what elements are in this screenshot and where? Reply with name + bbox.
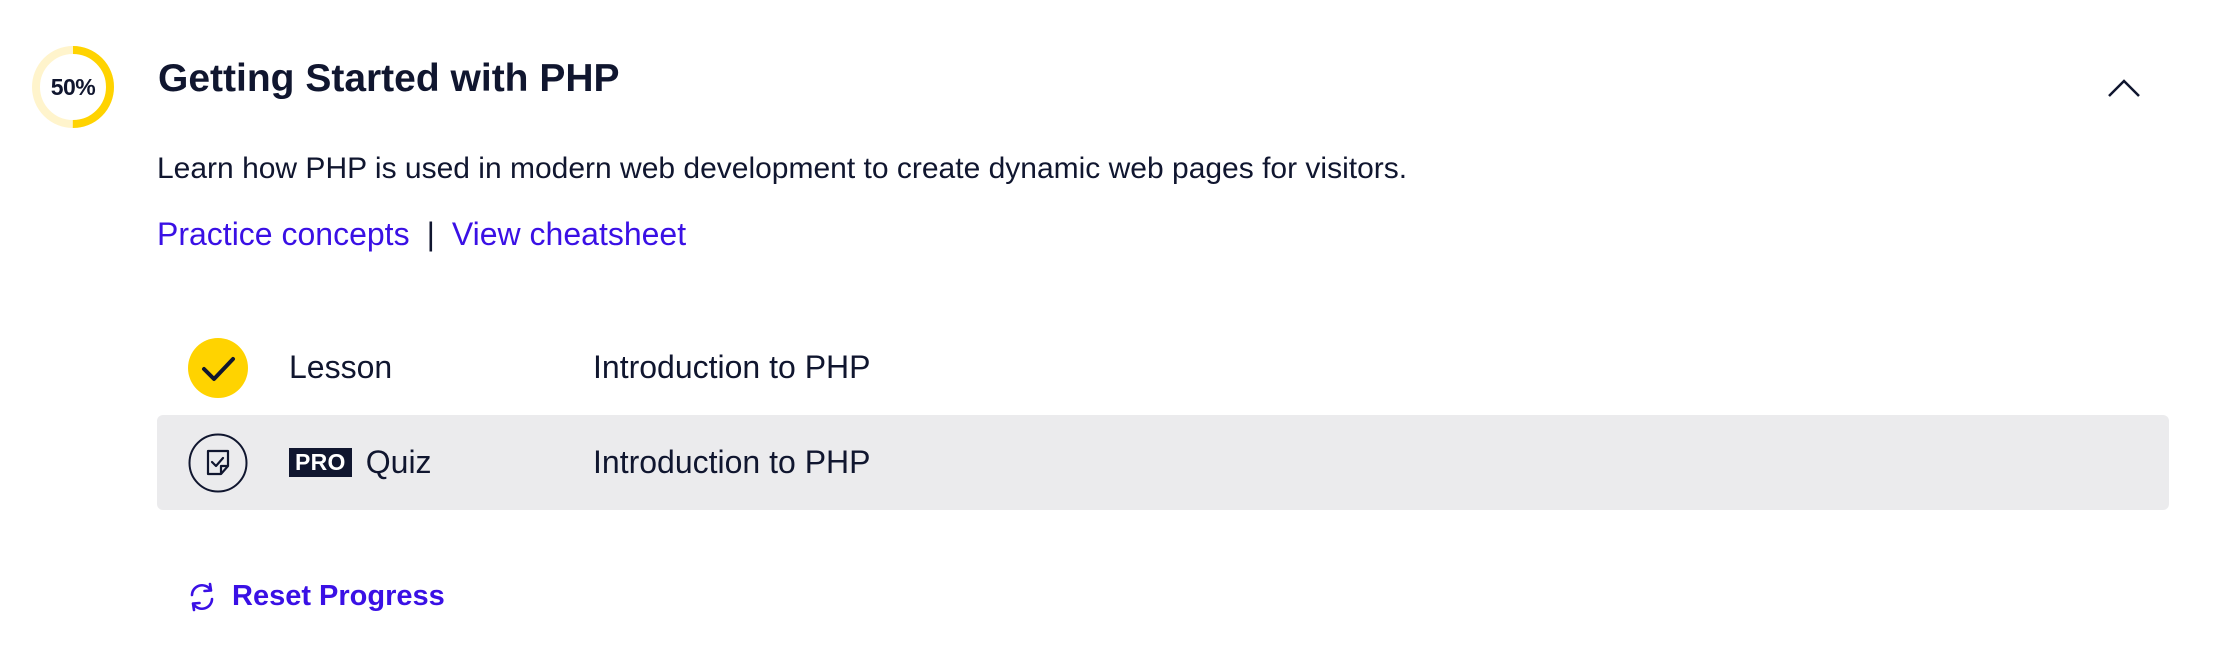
link-separator: | — [426, 216, 435, 252]
module-card: 50% Getting Started with PHP Learn how P… — [0, 0, 2214, 664]
item-name: Introduction to PHP — [593, 444, 871, 480]
chevron-up-icon — [2108, 79, 2140, 97]
collapse-toggle-button[interactable] — [2104, 68, 2144, 108]
item-type: Lesson — [289, 349, 392, 386]
progress-percent: 50% — [50, 73, 96, 100]
item-type-label: Quiz — [365, 444, 432, 480]
item-name: Introduction to PHP — [593, 349, 871, 385]
item-type-label: Lesson — [289, 349, 393, 385]
view-cheatsheet-link[interactable]: View cheatsheet — [452, 215, 686, 253]
module-title: Getting Started with PHP — [158, 57, 620, 100]
content-item-lesson[interactable]: Lesson Introduction to PHP — [157, 320, 2169, 415]
quiz-icon — [188, 433, 248, 493]
practice-concepts-link[interactable]: Practice concepts — [157, 215, 410, 253]
content-item-list: Lesson Introduction to PHP PRO Quiz Intr… — [157, 320, 2169, 510]
item-type: PRO Quiz — [289, 444, 432, 481]
reset-progress-label: Reset Progress — [232, 580, 445, 612]
module-links: Practice concepts | View cheatsheet — [157, 215, 686, 253]
module-description: Learn how PHP is used in modern web deve… — [157, 152, 1408, 185]
checkmark-icon — [188, 337, 248, 398]
reset-progress-button[interactable]: Reset Progress — [186, 580, 445, 613]
refresh-icon — [186, 581, 218, 613]
progress-ring: 50% — [30, 44, 116, 130]
content-item-quiz[interactable]: PRO Quiz Introduction to PHP — [157, 415, 2169, 510]
pro-badge: PRO — [289, 447, 352, 478]
